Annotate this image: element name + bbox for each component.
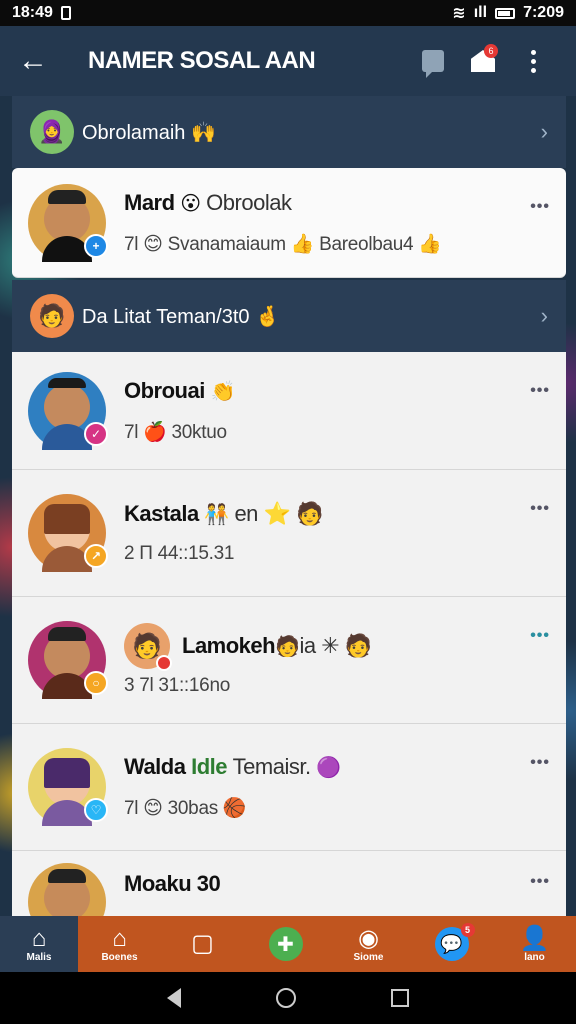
profile-add-icon: 👤 [519,924,550,952]
name-emoji: 🧑 [275,635,300,658]
nav-badge: 5 [460,923,475,937]
list-item[interactable]: ○ 🧑 Lamokeh 🧑 ia ✳ 🧑 3 7l 31::16no ••• [12,597,566,724]
nav-chats[interactable]: 💬 5 [410,916,493,972]
list-item[interactable]: ✓ Obrouai 👏 7l 🍎 30ktuo ••• [12,352,566,470]
kebab-menu-icon [530,49,536,73]
status-badge: + [84,233,108,258]
more-icon[interactable]: ••• [530,382,550,400]
add-circle-icon: ✚ [268,927,303,961]
more-icon[interactable]: ••• [530,873,550,891]
home-outline-icon: ⌂ [112,924,127,952]
camera-icon: ◉ [358,924,379,952]
group-emoji: 🙌 [190,121,216,144]
chevron-right-icon: › [540,303,548,328]
message-preview: 2 П 44::15.31 [124,543,235,564]
more-icon[interactable]: ••• [530,627,550,645]
group-avatar-icon: 🧑 [30,294,74,338]
system-navigation [0,972,576,1024]
contact-name: Obrouai [124,377,205,403]
message-preview: 7l 😊 Svanamaiaum 👍 Bareolbau4 👍 [124,233,442,255]
nav-boenes[interactable]: ⌂ Boenes [78,916,161,972]
group-header-2[interactable]: 🧑 Da Litat Teman/3t0 🤞 › [12,280,566,352]
avatar: + [28,183,108,262]
conversation-list: 🧕 Obrolamaih 🙌 › + Mard 😮 Obroolak 7l 😊 … [12,96,566,919]
name-suffix: en ⭐ 🧑 [234,501,323,526]
home-icon: ⌂ [31,924,47,952]
purple-avatar-icon: 🟣 [316,757,341,779]
more-options-button[interactable] [508,41,558,81]
group-label: Obrolamaih [82,121,186,144]
more-icon[interactable]: ••• [530,500,550,518]
name-highlight: Idle [191,754,228,779]
inline-avatar-icon: 🧑 [124,623,172,671]
nav-profile[interactable]: 👤 lano [493,916,576,972]
nav-label: lano [524,951,545,963]
more-icon[interactable]: ••• [530,198,550,216]
message-preview: 7l 🍎 30ktuo [124,421,227,443]
sim-icon [60,6,71,20]
app-bar: ← NAMER SOSAL AAN 6 [0,26,576,96]
list-item[interactable]: ♡ Walda Idle Temaisr. 🟣 7l 😊 30bas 🏀 ••• [12,724,566,851]
status-bar: 18:49 ≋ ıll 7:209 [0,0,576,26]
name-emoji: 🧑‍🤝‍🧑 [204,504,229,526]
nav-add[interactable]: ✚ [244,916,327,972]
arrow-left-icon[interactable]: ← [18,44,58,78]
avatar [28,863,106,918]
notifications-button[interactable]: 6 [458,41,508,81]
edit-square-icon: ▢ [191,930,214,957]
group-avatar-icon: 🧕 [30,110,74,154]
contact-name: Moaku 30 [124,871,221,896]
signal-icon: ıll [473,4,488,21]
nav-label: Boenes [101,951,138,963]
group-header-1[interactable]: 🧕 Obrolamaih 🙌 › [12,96,566,168]
status-badge: ✓ [84,421,108,446]
chevron-right-icon: › [540,119,548,144]
group-label: Da Litat Teman/3t0 [82,305,250,328]
chat-button[interactable] [408,41,458,81]
back-triangle-icon[interactable] [167,988,182,1008]
status-time: 18:49 [12,4,53,21]
status-right-text: 7:209 [523,4,564,21]
list-item[interactable]: ↗ Kastala 🧑‍🤝‍🧑 en ⭐ 🧑 2 П 44::15.31 ••• [12,470,566,597]
message-preview: 3 7l 31::16no [124,675,230,696]
nav-home[interactable]: ⌂ Malis [0,916,78,972]
name-suffix: ia ✳ 🧑 [299,633,373,658]
page-title: NAMER SOSAL AAN [88,47,316,74]
chat-bubble-icon: 💬 5 [434,923,475,961]
name-emoji: 😮 [180,192,201,215]
status-badge: ○ [84,671,108,695]
message-preview: 7l 😊 30bas 🏀 [124,798,247,819]
nav-label: Malis [26,951,52,963]
name-suffix: Obroolak [206,189,292,215]
wifi-icon: ≋ [452,5,466,22]
battery-icon [495,7,516,19]
avatar: ○ [28,621,108,699]
nav-edit[interactable]: ▢ [161,916,244,972]
avatar: ↗ [28,494,108,572]
avatar: ♡ [28,748,108,826]
status-badge: ↗ [84,544,108,568]
list-item[interactable]: Moaku 30 ••• [12,851,566,919]
name-suffix: Temaisr. [232,754,311,779]
contact-name: Lamokeh [182,633,276,658]
contact-name: Kastala [124,501,199,526]
more-icon[interactable]: ••• [530,754,550,772]
avatar: ✓ [28,371,108,450]
contact-name: Mard [124,189,175,215]
home-circle-icon[interactable] [275,988,296,1008]
status-badge: ♡ [84,798,108,822]
notification-badge: 6 [484,44,498,58]
contact-name: Walda [124,754,186,779]
nav-label: Siome [353,951,384,963]
bottom-navigation: ⌂ Malis ⌂ Boenes ▢ ✚ ◉ Siome 💬 5 👤 lano [0,916,576,972]
group-emoji: 🤞 [255,305,280,328]
recents-square-icon[interactable] [390,989,409,1007]
list-item[interactable]: + Mard 😮 Obroolak 7l 😊 Svanamaiaum 👍 Bar… [12,168,566,278]
nav-siome[interactable]: ◉ Siome [327,916,410,972]
chat-icon [422,50,444,78]
name-emoji: 👏 [210,380,235,403]
